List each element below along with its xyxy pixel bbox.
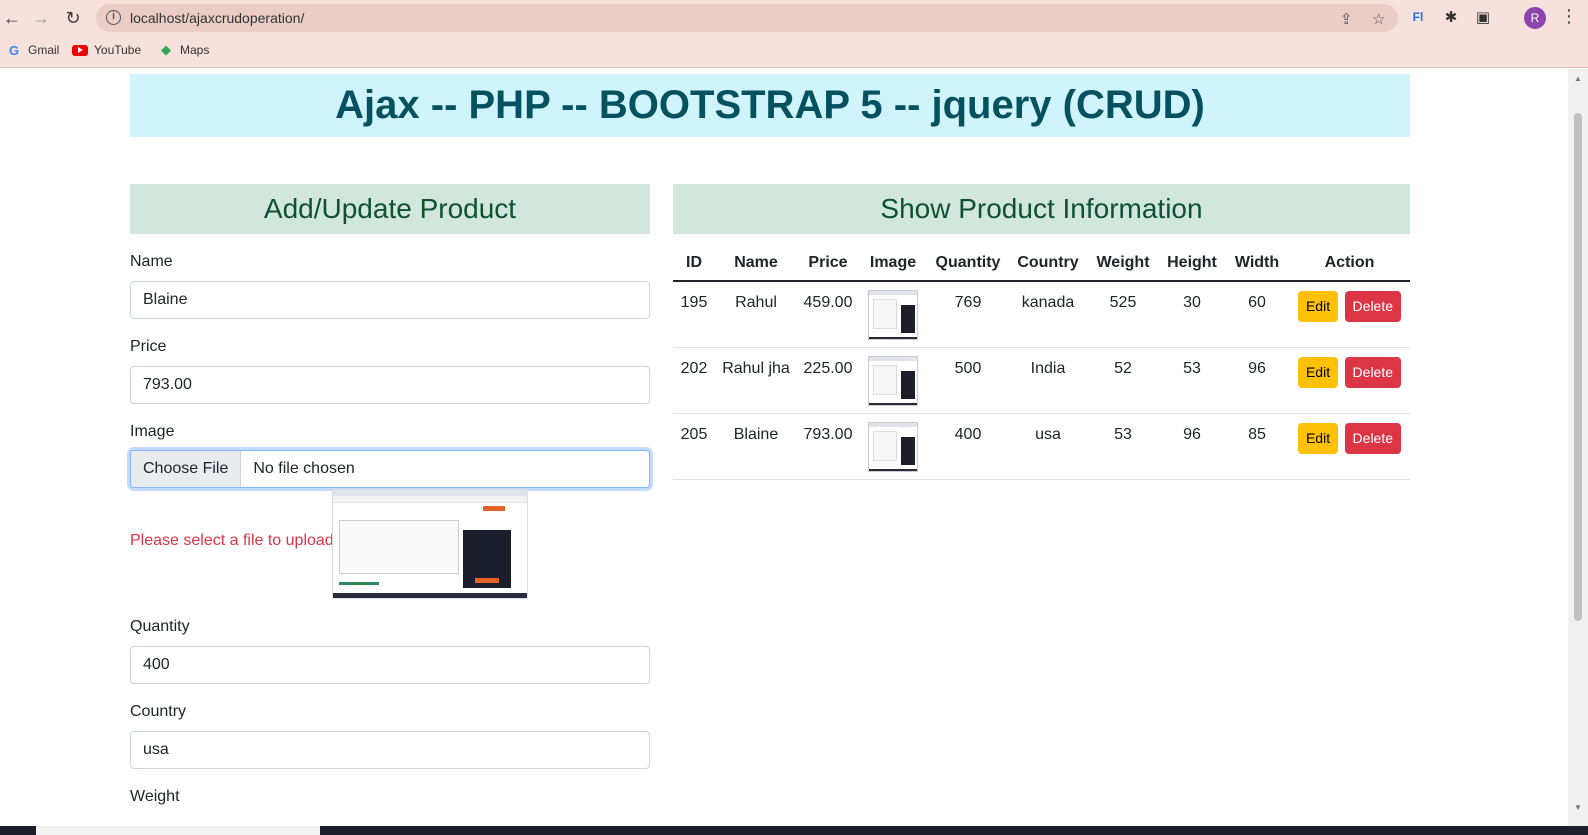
browser-toolbar: ← → ↻ i localhost/ajaxcrudoperation/ ⇪ ☆… bbox=[0, 0, 1588, 36]
os-taskbar bbox=[0, 826, 1588, 835]
forward-arrow-icon[interactable]: → bbox=[29, 6, 53, 30]
share-icon[interactable]: ⇪ bbox=[1340, 10, 1353, 28]
scroll-thumb[interactable] bbox=[1574, 113, 1582, 621]
product-thumbnail bbox=[868, 421, 918, 472]
maps-icon: ◆ bbox=[161, 42, 171, 57]
cell-weight: 525 bbox=[1087, 281, 1159, 348]
country-label: Country bbox=[130, 703, 187, 720]
column-header: Width bbox=[1225, 245, 1289, 282]
cell-weight: 52 bbox=[1087, 347, 1159, 414]
cell-height: 53 bbox=[1159, 347, 1225, 414]
delete-button[interactable]: Delete bbox=[1344, 291, 1402, 322]
page-viewport: Ajax -- PHP -- BOOTSTRAP 5 -- jquery (CR… bbox=[0, 69, 1568, 826]
column-header: Action bbox=[1289, 245, 1410, 282]
image-preview bbox=[332, 489, 528, 599]
table-heading: Show Product Information bbox=[673, 184, 1410, 234]
google-icon: G bbox=[8, 42, 20, 58]
column-header: Height bbox=[1159, 245, 1225, 282]
cell-id: 202 bbox=[673, 347, 715, 414]
price-input[interactable]: 793.00 bbox=[130, 366, 650, 404]
cell-height: 96 bbox=[1159, 413, 1225, 480]
address-bar[interactable]: i localhost/ajaxcrudoperation/ ⇪ ☆ bbox=[96, 4, 1398, 32]
edit-button[interactable]: Edit bbox=[1297, 356, 1339, 388]
site-info-icon[interactable]: i bbox=[106, 10, 121, 25]
delete-button[interactable]: Delete bbox=[1344, 422, 1402, 454]
cell-id: 205 bbox=[673, 413, 715, 480]
column-header: Country bbox=[1009, 245, 1087, 282]
cell-country: kanada bbox=[1009, 281, 1087, 348]
form-heading: Add/Update Product bbox=[130, 184, 650, 234]
product-thumbnail bbox=[868, 290, 918, 340]
cell-country: India bbox=[1009, 347, 1087, 414]
scroll-up-arrow-icon[interactable]: ▲ bbox=[1574, 74, 1582, 83]
table-row: 205 Blaine 793.00 400 usa 53 96 85 Edit … bbox=[673, 413, 1410, 480]
image-label: Image bbox=[130, 423, 175, 440]
taskbar-search[interactable] bbox=[36, 826, 320, 835]
edit-button[interactable]: Edit bbox=[1297, 291, 1339, 322]
back-arrow-icon[interactable]: ← bbox=[0, 6, 24, 30]
bookmark-maps[interactable]: ◆ Maps bbox=[158, 42, 209, 58]
cell-id: 195 bbox=[673, 281, 715, 348]
column-header: Quantity bbox=[927, 245, 1009, 282]
bookmark-star-icon[interactable]: ☆ bbox=[1372, 10, 1385, 28]
bookmark-label: YouTube bbox=[94, 43, 142, 57]
edit-button[interactable]: Edit bbox=[1297, 422, 1339, 454]
cell-price: 459.00 bbox=[797, 281, 859, 348]
page-scrollbar[interactable]: ▲ ▼ bbox=[1568, 69, 1588, 826]
extension-fl-icon[interactable]: Fl bbox=[1408, 7, 1428, 27]
name-label: Name bbox=[130, 253, 173, 270]
choose-file-button[interactable]: Choose File bbox=[131, 451, 242, 487]
product-table: ID Name Price Image Quantity Country Wei… bbox=[673, 245, 1410, 480]
bookmark-label: Maps bbox=[180, 43, 210, 57]
quantity-input[interactable]: 400 bbox=[130, 646, 650, 684]
cell-price: 225.00 bbox=[797, 347, 859, 414]
cell-height: 30 bbox=[1159, 281, 1225, 348]
page-title: Ajax -- PHP -- BOOTSTRAP 5 -- jquery (CR… bbox=[130, 74, 1410, 137]
bookmarks-bar: G Gmail YouTube ◆ Maps bbox=[0, 36, 1588, 68]
price-label: Price bbox=[130, 338, 167, 355]
bookmark-gmail[interactable]: G Gmail bbox=[6, 42, 59, 58]
file-status: No file chosen bbox=[253, 460, 355, 477]
cell-width: 85 bbox=[1225, 413, 1289, 480]
browser-menu-icon[interactable]: ⋮ bbox=[1560, 6, 1578, 27]
column-header: Weight bbox=[1087, 245, 1159, 282]
bookmark-label: Gmail bbox=[28, 43, 60, 57]
cell-name: Rahul bbox=[715, 281, 797, 348]
column-header: Price bbox=[797, 245, 859, 282]
column-header: Name bbox=[715, 245, 797, 282]
cell-width: 96 bbox=[1225, 347, 1289, 414]
cell-name: Blaine bbox=[715, 413, 797, 480]
column-header: Image bbox=[859, 245, 927, 282]
cell-quantity: 400 bbox=[927, 413, 1009, 480]
side-panel-icon[interactable]: ▣ bbox=[1473, 7, 1493, 27]
cell-weight: 53 bbox=[1087, 413, 1159, 480]
table-row: 202 Rahul jha 225.00 500 India 52 53 96 … bbox=[673, 347, 1410, 414]
name-input[interactable]: Blaine bbox=[130, 281, 650, 319]
cell-quantity: 500 bbox=[927, 347, 1009, 414]
table-header-row: ID Name Price Image Quantity Country Wei… bbox=[673, 245, 1410, 282]
scroll-down-arrow-icon[interactable]: ▼ bbox=[1574, 803, 1582, 812]
upload-error-message: Please select a file to upload bbox=[130, 532, 334, 549]
cell-quantity: 769 bbox=[927, 281, 1009, 348]
reload-icon[interactable]: ↻ bbox=[61, 6, 85, 30]
cell-country: usa bbox=[1009, 413, 1087, 480]
country-input[interactable]: usa bbox=[130, 731, 650, 769]
youtube-icon bbox=[72, 42, 88, 58]
cell-width: 60 bbox=[1225, 281, 1289, 348]
extensions-puzzle-icon[interactable]: ✱ bbox=[1441, 7, 1461, 27]
bookmark-youtube[interactable]: YouTube bbox=[72, 42, 141, 58]
cell-name: Rahul jha bbox=[715, 347, 797, 414]
table-row: 195 Rahul 459.00 769 kanada 525 30 60 Ed… bbox=[673, 281, 1410, 348]
profile-avatar[interactable]: R bbox=[1524, 7, 1546, 29]
weight-label: Weight bbox=[130, 788, 180, 805]
cell-price: 793.00 bbox=[797, 413, 859, 480]
product-thumbnail bbox=[868, 355, 918, 406]
delete-button[interactable]: Delete bbox=[1344, 356, 1402, 388]
quantity-label: Quantity bbox=[130, 618, 190, 635]
url-text[interactable]: localhost/ajaxcrudoperation/ bbox=[130, 10, 304, 26]
column-header: ID bbox=[673, 245, 715, 282]
image-file-input[interactable]: Choose File No file chosen bbox=[130, 450, 650, 488]
